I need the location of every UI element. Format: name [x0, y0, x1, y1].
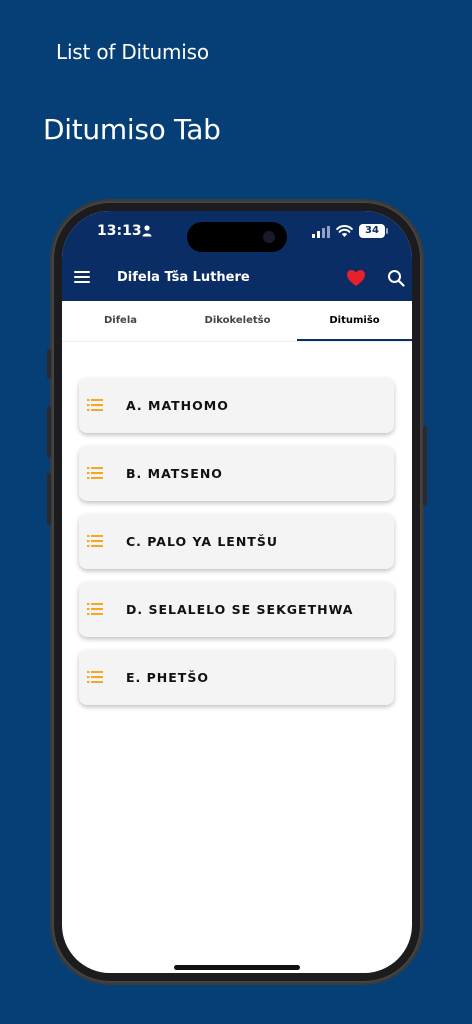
list-icon: [87, 671, 103, 683]
tab-bar: Difela Dikokeletšo Ditumišo: [62, 301, 412, 342]
list-item[interactable]: E. PHETŠO: [79, 650, 394, 705]
heart-icon[interactable]: [346, 269, 366, 287]
tab-difela[interactable]: Difela: [62, 301, 179, 341]
list-icon: [87, 535, 103, 547]
list-item[interactable]: A. MATHOMO: [79, 378, 394, 433]
list-item-label: C. PALO YA LENTŠU: [126, 534, 278, 549]
power-button: [423, 426, 427, 506]
tab-ditumiso[interactable]: Ditumišo: [297, 301, 412, 341]
action-button: [47, 349, 51, 379]
active-tab-indicator: [297, 339, 412, 341]
list-icon: [87, 399, 103, 411]
screenshot-caption: List of Ditumiso: [56, 40, 209, 64]
home-indicator[interactable]: [174, 965, 300, 970]
list-item-label: D. SELALELO SE SEKGETHWA: [126, 602, 354, 617]
battery-icon: 34: [359, 224, 385, 238]
screenshot-headline: Ditumiso Tab: [43, 113, 221, 146]
list-icon: [87, 467, 103, 479]
top-bar: 13:13 34 Difela Tša Luthere: [62, 211, 412, 301]
list-icon: [87, 603, 103, 615]
volume-down-button: [47, 473, 51, 525]
list-item[interactable]: B. MATSENO: [79, 446, 394, 501]
phone-screen: 13:13 34 Difela Tša Luthere Difela Dikok…: [62, 211, 412, 973]
menu-icon[interactable]: [72, 267, 92, 287]
battery-tip: [386, 228, 388, 234]
list-item-label: B. MATSENO: [126, 466, 223, 481]
list-item-label: A. MATHOMO: [126, 398, 229, 413]
volume-up-button: [47, 406, 51, 458]
status-time: 13:13: [97, 223, 142, 239]
cellular-signal-icon: [312, 226, 330, 238]
phone-frame: 13:13 34 Difela Tša Luthere Difela Dikok…: [47, 201, 427, 983]
app-title: Difela Tša Luthere: [117, 270, 250, 285]
person-icon: [142, 225, 152, 237]
list-item-label: E. PHETŠO: [126, 670, 209, 685]
search-icon[interactable]: [387, 269, 405, 287]
app-bar: Difela Tša Luthere: [62, 257, 412, 301]
tab-dikokeletso[interactable]: Dikokeletšo: [179, 301, 296, 341]
dynamic-island: [187, 222, 287, 252]
list-item[interactable]: C. PALO YA LENTŠU: [79, 514, 394, 569]
wifi-icon: [336, 225, 353, 237]
camera-icon: [263, 231, 275, 243]
status-bar: 13:13 34: [62, 211, 412, 257]
list-item[interactable]: D. SELALELO SE SEKGETHWA: [79, 582, 394, 637]
